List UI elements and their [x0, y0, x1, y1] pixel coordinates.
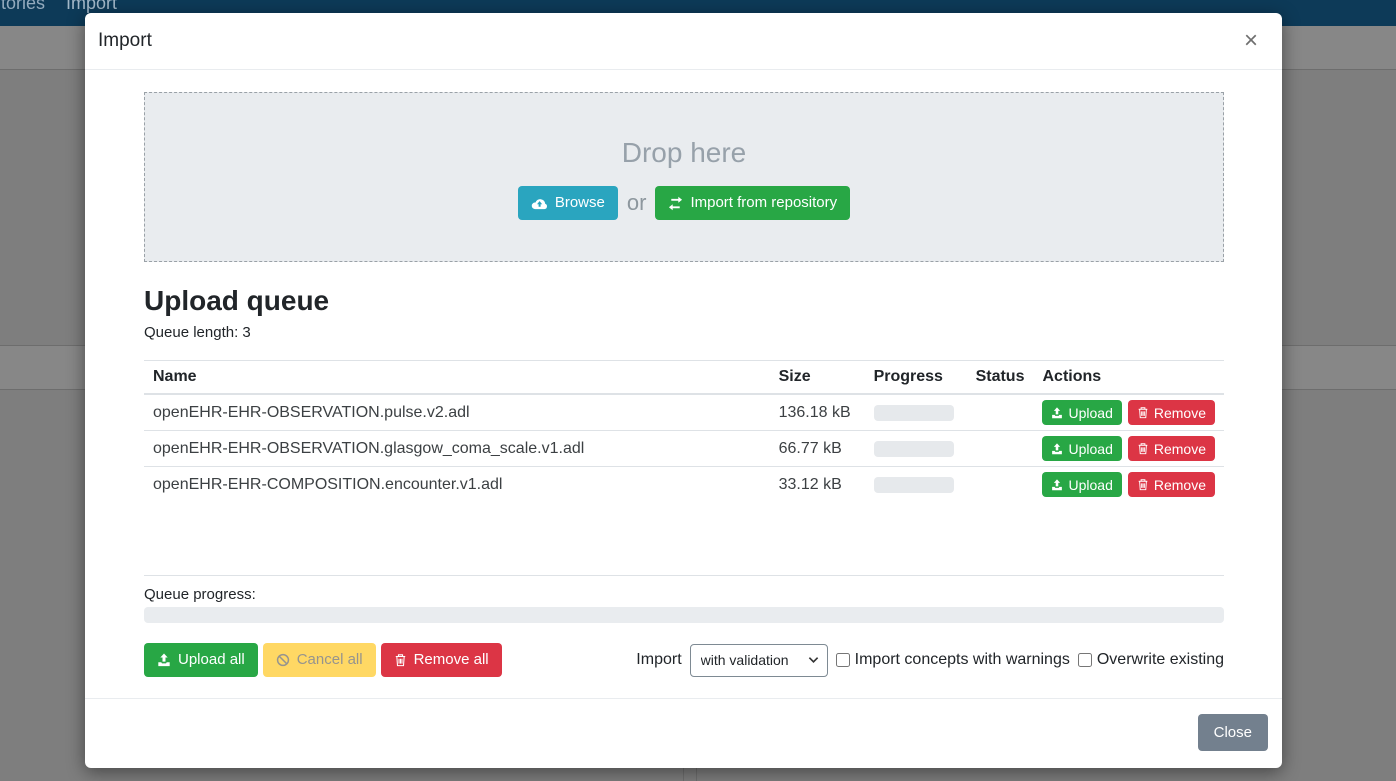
queue-progress-bar [144, 607, 1224, 623]
trash-icon [1137, 442, 1149, 455]
file-size: 33.12 kB [770, 467, 865, 503]
column-header-name: Name [144, 361, 770, 395]
file-drop-zone[interactable]: Drop here Browse or Import from reposito… [144, 92, 1224, 262]
overwrite-existing-checkbox[interactable] [1078, 653, 1092, 667]
upload-icon [1051, 443, 1063, 455]
file-name: openEHR-EHR-OBSERVATION.glasgow_coma_sca… [144, 431, 770, 467]
table-header-row: Name Size Progress Status Actions [144, 361, 1224, 395]
upload-file-button[interactable]: Upload [1042, 436, 1121, 461]
close-icon[interactable]: × [1234, 25, 1268, 57]
bg-nav-item-import: Import [66, 0, 117, 14]
upload-icon [157, 653, 171, 667]
import-mode-select[interactable]: with validation [690, 644, 828, 677]
remove-all-button[interactable]: Remove all [381, 643, 502, 677]
upload-icon [1051, 479, 1063, 491]
trash-icon [394, 653, 407, 667]
import-warnings-label: Import concepts with warnings [855, 651, 1070, 669]
file-size: 66.77 kB [770, 431, 865, 467]
remove-file-button[interactable]: Remove [1128, 472, 1215, 497]
column-header-status: Status [967, 361, 1034, 395]
file-name: openEHR-EHR-COMPOSITION.encounter.v1.adl [144, 467, 770, 503]
upload-file-label: Upload [1068, 440, 1112, 458]
file-progress-bar [874, 405, 954, 421]
import-from-repository-label: Import from repository [690, 194, 837, 212]
browse-button-label: Browse [555, 194, 605, 212]
modal-header: Import × [85, 13, 1282, 70]
import-warnings-checkbox-group: Import concepts with warnings [836, 651, 1070, 669]
queue-length-label: Queue length: 3 [144, 324, 1224, 341]
column-header-progress: Progress [865, 361, 967, 395]
exchange-arrows-icon [668, 196, 683, 211]
file-size: 136.18 kB [770, 394, 865, 431]
upload-file-label: Upload [1068, 476, 1112, 494]
ban-icon [276, 653, 290, 667]
queue-progress-label: Queue progress: [144, 586, 1224, 603]
upload-file-label: Upload [1068, 404, 1112, 422]
upload-file-button[interactable]: Upload [1042, 472, 1121, 497]
file-status [967, 467, 1034, 503]
table-row: openEHR-EHR-COMPOSITION.encounter.v1.adl… [144, 467, 1224, 503]
remove-file-button[interactable]: Remove [1128, 400, 1215, 425]
upload-queue-table-container: Name Size Progress Status Actions openEH… [144, 360, 1224, 576]
cloud-upload-icon [531, 196, 548, 210]
modal-title: Import [98, 30, 152, 52]
table-row: openEHR-EHR-OBSERVATION.pulse.v2.adl 136… [144, 394, 1224, 431]
file-name: openEHR-EHR-OBSERVATION.pulse.v2.adl [144, 394, 770, 431]
upload-file-button[interactable]: Upload [1042, 400, 1121, 425]
modal-footer: Close [85, 698, 1282, 768]
file-status [967, 394, 1034, 431]
column-header-actions: Actions [1033, 361, 1224, 395]
upload-icon [1051, 407, 1063, 419]
remove-file-label: Remove [1154, 440, 1206, 458]
overwrite-existing-checkbox-group: Overwrite existing [1078, 651, 1224, 669]
dropzone-actions: Browse or Import from repository [145, 186, 1223, 220]
cancel-all-label: Cancel all [297, 651, 363, 669]
upload-queue-table: Name Size Progress Status Actions openEH… [144, 360, 1224, 502]
file-progress-bar [874, 441, 954, 457]
file-progress-bar [874, 477, 954, 493]
drop-here-label: Drop here [145, 93, 1223, 169]
table-row: openEHR-EHR-OBSERVATION.glasgow_coma_sca… [144, 431, 1224, 467]
remove-file-label: Remove [1154, 476, 1206, 494]
import-from-repository-button[interactable]: Import from repository [655, 186, 850, 220]
queue-controls: Upload all Cancel all Remove all Import … [144, 643, 1224, 677]
import-modal: Import × Drop here Browse or Import from [85, 13, 1282, 768]
import-mode-label: Import [636, 651, 681, 669]
trash-icon [1137, 478, 1149, 491]
trash-icon [1137, 406, 1149, 419]
upload-queue-heading: Upload queue [144, 285, 1224, 317]
column-header-size: Size [770, 361, 865, 395]
bg-nav-item-repositories: tories [1, 0, 45, 14]
remove-file-button[interactable]: Remove [1128, 436, 1215, 461]
modal-body: Drop here Browse or Import from reposito… [85, 70, 1282, 698]
upload-all-button[interactable]: Upload all [144, 643, 258, 677]
close-button[interactable]: Close [1198, 714, 1268, 751]
upload-all-label: Upload all [178, 651, 245, 669]
or-label: or [627, 190, 647, 216]
remove-file-label: Remove [1154, 404, 1206, 422]
cancel-all-button[interactable]: Cancel all [263, 643, 376, 677]
browse-button[interactable]: Browse [518, 186, 618, 220]
file-status [967, 431, 1034, 467]
overwrite-existing-label: Overwrite existing [1097, 651, 1224, 669]
remove-all-label: Remove all [414, 651, 489, 669]
import-warnings-checkbox[interactable] [836, 653, 850, 667]
